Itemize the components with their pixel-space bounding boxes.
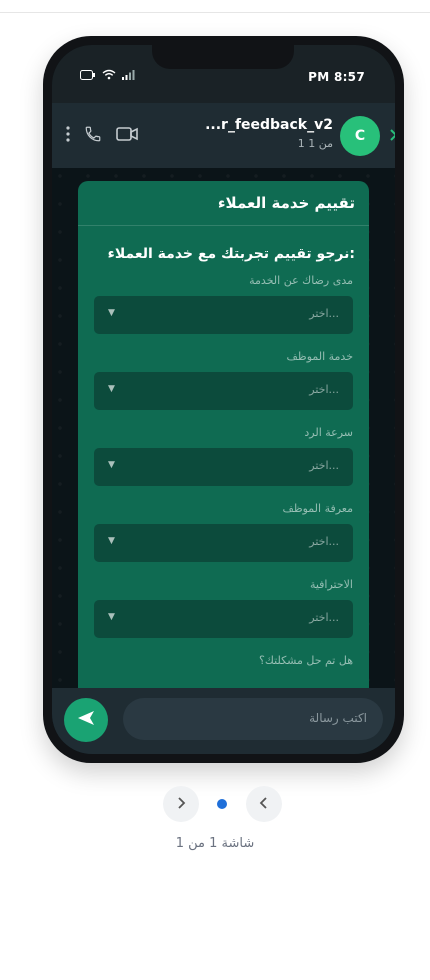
form-field: مدى رضاك عن الخدمة اختر... ▼ [94,274,353,334]
select-placeholder: اختر... [309,535,339,548]
message-input[interactable]: اكتب رسالة [123,698,383,740]
form-field: الاحترافية اختر... ▼ [94,578,353,638]
more-vertical-icon[interactable] [66,126,70,142]
dropdown-arrow-icon: ▼ [108,460,115,470]
form-fields: مدى رضاك عن الخدمة اختر... ▼ خدمة الموظف… [78,262,369,638]
status-time: PM 8:57 [308,70,365,84]
pager-indicator-dot [217,799,227,809]
message-placeholder: اكتب رسالة [309,711,367,725]
feedback-form-card: تقييم خدمة العملاء نرجو تقييم تجربتك مع … [78,181,369,701]
phone-icon[interactable] [84,125,102,143]
chevron-left-icon [259,795,269,814]
send-button[interactable] [64,698,108,742]
phone-frame: PM 8:57 ...r_feedback_v2 1 من 1 C تقييم … [43,36,404,763]
form-title: تقييم خدمة العملاء [78,181,369,226]
battery-icon [80,69,96,80]
response-speed-select[interactable]: اختر... ▼ [94,448,353,486]
wifi-icon [102,69,116,80]
video-icon[interactable] [116,126,138,142]
form-field: معرفة الموظف اختر... ▼ [94,502,353,562]
field-label: هل تم حل مشكلتك؟ [259,654,353,667]
form-field: خدمة الموظف اختر... ▼ [94,350,353,410]
pager-prev-button[interactable] [246,786,282,822]
header-actions [66,125,138,143]
message-composer: اكتب رسالة [52,688,395,754]
field-label: خدمة الموظف [286,350,353,363]
select-placeholder: اختر... [309,459,339,472]
select-placeholder: اختر... [309,307,339,320]
form-field: سرعة الرد اختر... ▼ [94,426,353,486]
select-placeholder: اختر... [309,383,339,396]
professionalism-select[interactable]: اختر... ▼ [94,600,353,638]
chat-title-block[interactable]: ...r_feedback_v2 1 من 1 [205,117,333,150]
field-label: الاحترافية [309,578,353,591]
dropdown-arrow-icon: ▼ [108,308,115,318]
satisfaction-select[interactable]: اختر... ▼ [94,296,353,334]
staff-service-select[interactable]: اختر... ▼ [94,372,353,410]
chevron-right-icon[interactable] [389,127,395,146]
field-label: مدى رضاك عن الخدمة [249,274,353,287]
pager [0,786,430,822]
phone-screen: PM 8:57 ...r_feedback_v2 1 من 1 C تقييم … [52,45,395,754]
field-label: معرفة الموظف [282,502,353,515]
page-caption: شاشة 1 من 1 [175,836,255,851]
pager-next-button[interactable] [163,786,199,822]
top-divider [0,12,430,13]
chat-status: 1 من 1 [297,137,333,150]
phone-notch [152,45,294,69]
form-prompt: نرجو تقييم تجربتك مع خدمة العملاء: [107,246,355,262]
chat-header: ...r_feedback_v2 1 من 1 C [52,103,395,168]
select-placeholder: اختر... [309,611,339,624]
dropdown-arrow-icon: ▼ [108,612,115,622]
send-icon [77,710,95,730]
dropdown-arrow-icon: ▼ [108,536,115,546]
avatar[interactable]: C [340,116,380,156]
status-icons [80,69,135,80]
chat-name: ...r_feedback_v2 [205,117,333,133]
staff-knowledge-select[interactable]: اختر... ▼ [94,524,353,562]
chevron-right-icon [176,795,186,814]
field-label: سرعة الرد [304,426,353,439]
signal-icon [122,69,135,80]
dropdown-arrow-icon: ▼ [108,384,115,394]
